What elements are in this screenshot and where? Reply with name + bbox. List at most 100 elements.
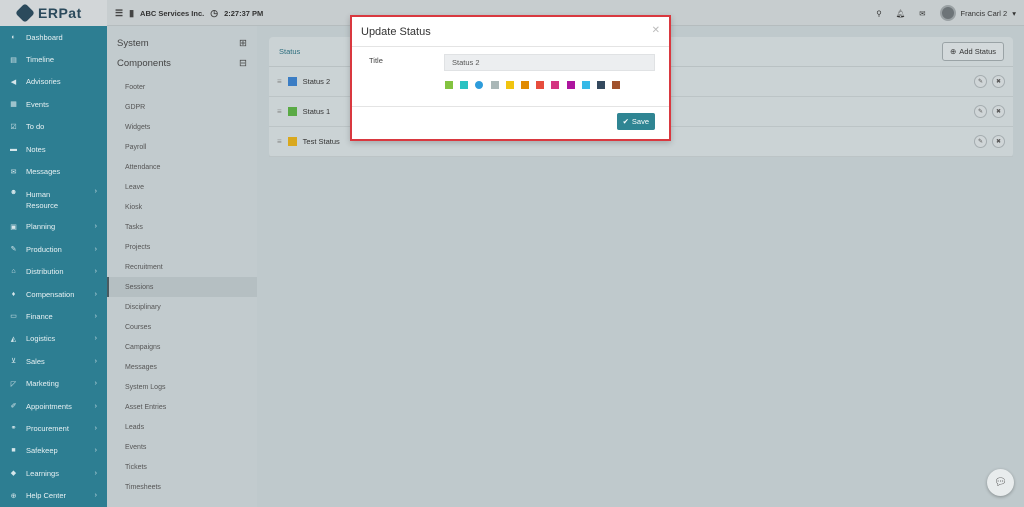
- sidebar-item-appointments[interactable]: ✐ Appointments ›: [0, 395, 107, 417]
- users-icon: ☻: [9, 188, 18, 196]
- sidebar-item-logistics[interactable]: ◭ Logistics ›: [0, 328, 107, 350]
- sidebar-item-marketing[interactable]: ◸ Marketing ›: [0, 372, 107, 394]
- sidebar-item-label: Procurement: [26, 423, 69, 433]
- chevron-right-icon: ›: [94, 447, 97, 455]
- sidebar-item-events[interactable]: ▦ Events: [0, 93, 107, 115]
- sidebar-item-label: Advisories: [26, 77, 61, 87]
- components-item-leave[interactable]: Leave: [107, 177, 257, 197]
- components-item-disciplinary[interactable]: Disciplinary: [107, 297, 257, 317]
- delete-icon[interactable]: ✖: [992, 105, 1005, 118]
- components-item-system-logs[interactable]: System Logs: [107, 377, 257, 397]
- edit-icon[interactable]: ✎: [974, 105, 987, 118]
- color-option[interactable]: [445, 81, 453, 89]
- sidebar-item-help-center[interactable]: ⊕ Help Center ›: [0, 484, 107, 506]
- sidebar-item-dashboard[interactable]: ◐ Dashboard: [0, 26, 107, 48]
- sidebar-item-compensation[interactable]: ♦ Compensation ›: [0, 283, 107, 305]
- envelope-icon: ✉: [10, 168, 17, 176]
- delete-icon[interactable]: ✖: [992, 75, 1005, 88]
- edit-icon: ✐: [10, 403, 17, 411]
- color-option[interactable]: [475, 81, 484, 89]
- components-item-attendance[interactable]: Attendance: [107, 157, 257, 177]
- color-option[interactable]: [566, 81, 575, 89]
- components-item-leads[interactable]: Leads: [107, 417, 257, 437]
- tab-status[interactable]: Status: [279, 47, 300, 56]
- components-item-campaigns[interactable]: Campaigns: [107, 337, 257, 357]
- delete-icon[interactable]: ✖: [992, 135, 1005, 148]
- edit-icon[interactable]: ✎: [974, 75, 987, 88]
- user-menu[interactable]: Francis Carl 2 ▾: [939, 5, 1016, 21]
- components-item-sessions[interactable]: Sessions: [107, 277, 257, 297]
- sidebar-item-label: Safekeep: [26, 446, 58, 456]
- components-item-footer[interactable]: Footer: [107, 77, 257, 97]
- close-icon[interactable]: ✕: [652, 25, 660, 36]
- color-option[interactable]: [520, 81, 529, 89]
- components-item-messages[interactable]: Messages: [107, 357, 257, 377]
- color-option[interactable]: [612, 81, 621, 89]
- sidebar-item-timeline[interactable]: ▤ Timeline: [0, 48, 107, 70]
- sidebar-item-to-do[interactable]: ☑ To do: [0, 116, 107, 138]
- company-name[interactable]: ABC Services Inc.: [140, 9, 204, 18]
- sidebar-item-learnings[interactable]: ◆ Learnings ›: [0, 462, 107, 484]
- components-item-timesheets[interactable]: Timesheets: [107, 477, 257, 497]
- sidebar-item-sales[interactable]: ⊻ Sales ›: [0, 350, 107, 372]
- drag-handle-icon[interactable]: ≡: [277, 107, 282, 116]
- components-item-widgets[interactable]: Widgets: [107, 117, 257, 137]
- sidebar-item-advisories[interactable]: ◀ Advisories: [0, 71, 107, 93]
- components-item-payroll[interactable]: Payroll: [107, 137, 257, 157]
- title-input[interactable]: Status 2: [444, 54, 655, 71]
- drag-handle-icon[interactable]: ≡: [277, 137, 282, 146]
- sidebar-item-label: Dashboard: [26, 32, 63, 42]
- chevron-right-icon: ›: [94, 357, 97, 365]
- modal-footer: ✔ Save: [352, 107, 669, 139]
- sidebar-item-label: Learnings: [26, 468, 59, 478]
- sidebar-item-planning[interactable]: ▣ Planning ›: [0, 216, 107, 238]
- color-option[interactable]: [505, 81, 514, 89]
- app-logo[interactable]: ERPat: [0, 0, 107, 26]
- search-icon[interactable]: ⚲: [876, 9, 882, 18]
- components-item-asset-entries[interactable]: Asset Entries: [107, 397, 257, 417]
- color-option[interactable]: [536, 81, 545, 89]
- envelope-icon[interactable]: ✉: [919, 9, 925, 18]
- sidebar-item-safekeep[interactable]: ■ Safekeep ›: [0, 440, 107, 462]
- components-item-courses[interactable]: Courses: [107, 317, 257, 337]
- edit-icon[interactable]: ✎: [974, 135, 987, 148]
- save-button[interactable]: ✔ Save: [616, 113, 655, 130]
- sidebar-item-production[interactable]: ✎ Production ›: [0, 238, 107, 260]
- sidebar-item-label: Help Center: [26, 491, 67, 501]
- add-status-button[interactable]: ⊕ Add Status: [942, 42, 1004, 61]
- sidebar-item-notes[interactable]: ▬ Notes: [0, 138, 107, 160]
- color-option[interactable]: [460, 81, 469, 89]
- menu-toggle-icon[interactable]: ☰: [115, 8, 123, 19]
- sidebar-item-human-resource[interactable]: ☻ Human Resource ›: [0, 183, 107, 216]
- expand-plus-icon[interactable]: ⊞: [239, 38, 247, 49]
- components-item-recruitment[interactable]: Recruitment: [107, 257, 257, 277]
- color-picker: [445, 81, 621, 89]
- components-item-projects[interactable]: Projects: [107, 237, 257, 257]
- collapse-minus-icon[interactable]: ⊟: [239, 58, 247, 69]
- sidebar-item-messages[interactable]: ✉ Messages: [0, 160, 107, 182]
- components-item-kiosk[interactable]: Kiosk: [107, 197, 257, 217]
- drag-handle-icon[interactable]: ≡: [277, 77, 282, 86]
- color-option[interactable]: [581, 81, 590, 89]
- components-item-events[interactable]: Events: [107, 437, 257, 457]
- briefcase-icon: ▣: [10, 223, 17, 231]
- components-item-tasks[interactable]: Tasks: [107, 217, 257, 237]
- chevron-right-icon: ›: [94, 380, 97, 388]
- bell-icon[interactable]: 🔔︎: [896, 9, 906, 18]
- color-option[interactable]: [551, 81, 560, 89]
- status-title: Status 2: [302, 77, 331, 86]
- chat-bubble-icon[interactable]: 💬︎: [987, 469, 1014, 496]
- components-section-header[interactable]: Components ⊟: [107, 53, 257, 73]
- system-section-header[interactable]: System ⊞: [107, 33, 257, 53]
- sidebar-item-label: Notes: [26, 144, 46, 154]
- sidebar-item-distribution[interactable]: ⌂ Distribution ›: [0, 261, 107, 283]
- sidebar-item-procurement[interactable]: ⚭ Procurement ›: [0, 417, 107, 439]
- sidebar-item-finance[interactable]: ▭ Finance ›: [0, 305, 107, 327]
- logo-mark-icon: [15, 3, 35, 23]
- components-item-gdpr[interactable]: GDPR: [107, 97, 257, 117]
- building-icon: ▮: [129, 7, 135, 18]
- sidebar-item-label: Timeline: [26, 55, 55, 65]
- color-option[interactable]: [596, 81, 605, 89]
- components-item-tickets[interactable]: Tickets: [107, 457, 257, 477]
- color-option[interactable]: [490, 81, 499, 89]
